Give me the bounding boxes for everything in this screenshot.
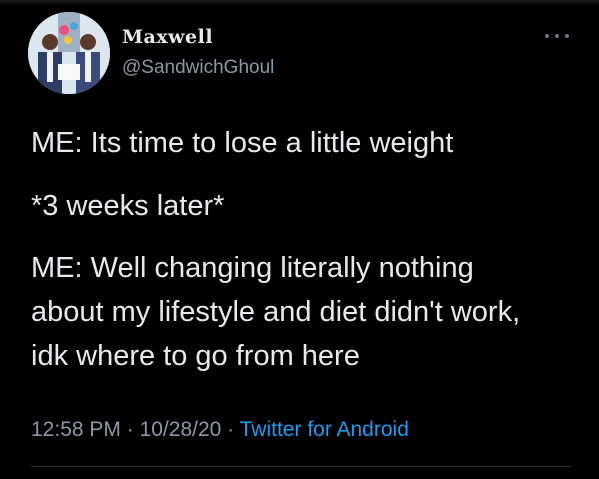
tweet-time[interactable]: 12:58 PM <box>31 418 121 441</box>
tweet-text-line-1: ME: Its time to lose a little weight <box>31 127 454 159</box>
tweet-text-line-2: *3 weeks later* <box>31 190 225 222</box>
more-options-icon[interactable] <box>545 31 569 41</box>
tweet-text-line-4: about my lifestyle and diet didn't work, <box>31 296 521 328</box>
tweet-metadata: 12:58 PM · 10/28/20 · Twitter for Androi… <box>31 418 409 442</box>
user-handle[interactable]: @SandwichGhoul <box>122 57 274 79</box>
tweet-text-line-3: ME: Well changing literally nothing <box>31 252 474 284</box>
meta-separator: · <box>126 418 134 441</box>
top-edge-shadow <box>0 0 599 6</box>
tweet-source-link[interactable]: Twitter for Android <box>240 418 409 441</box>
display-name[interactable]: Maxwell <box>122 26 213 48</box>
profile-photo-icon <box>28 12 110 94</box>
divider <box>31 466 571 467</box>
avatar[interactable] <box>28 12 110 94</box>
tweet: Maxwell @SandwichGhoul ME: Its time to l… <box>0 0 599 479</box>
tweet-date[interactable]: 10/28/20 <box>140 418 222 441</box>
tweet-text-line-5: idk where to go from here <box>31 340 360 372</box>
meta-separator: · <box>227 418 235 441</box>
